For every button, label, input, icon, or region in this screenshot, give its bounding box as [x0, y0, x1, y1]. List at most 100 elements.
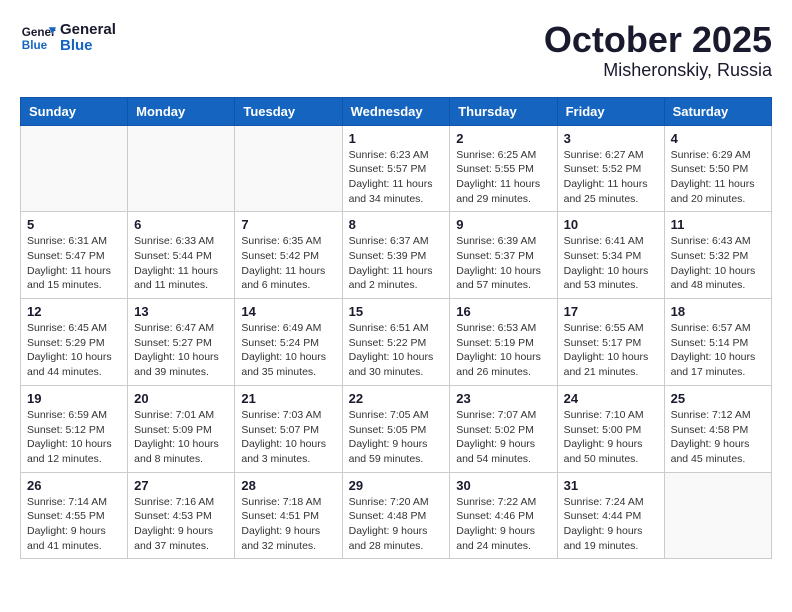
calendar-week-row: 5 Sunrise: 6:31 AM Sunset: 5:47 PM Daylig… [21, 212, 772, 299]
table-row: 20Sunrise: 7:01 AM Sunset: 5:09 PM Dayli… [128, 385, 235, 472]
day-info: Sunrise: 6:57 AM Sunset: 5:14 PM Dayligh… [671, 321, 765, 380]
month-year: October 2025 [544, 20, 772, 60]
day-info: Sunrise: 6:27 AM Sunset: 5:52 PM Dayligh… [564, 148, 658, 207]
day-number: 18 [671, 304, 765, 319]
calendar-week-row: 12Sunrise: 6:45 AM Sunset: 5:29 PM Dayli… [21, 299, 772, 386]
day-info: Sunrise: 6:33 AM Sunset: 5:44 PM Dayligh… [134, 234, 228, 293]
table-row: 10 Sunrise: 6:41 AM Sunset: 5:34 PM Dayli… [557, 212, 664, 299]
day-number: 23 [456, 391, 550, 406]
table-row: 25 Sunrise: 7:12 AM Sunset: 4:58 PM Dayli… [664, 385, 771, 472]
logo-line1: General [60, 22, 116, 39]
table-row: 21 Sunrise: 7:03 AM Sunset: 5:07 PM Dayli… [235, 385, 342, 472]
day-number: 15 [349, 304, 444, 319]
day-number: 4 [671, 131, 765, 146]
header-friday: Friday [557, 97, 664, 125]
day-info: Sunrise: 6:47 AM Sunset: 5:27 PM Dayligh… [134, 321, 228, 380]
table-row: 6 Sunrise: 6:33 AM Sunset: 5:44 PM Daylig… [128, 212, 235, 299]
day-info: Sunrise: 6:55 AM Sunset: 5:17 PM Dayligh… [564, 321, 658, 380]
day-number: 6 [134, 217, 228, 232]
header-saturday: Saturday [664, 97, 771, 125]
day-number: 19 [27, 391, 121, 406]
table-row: 4 Sunrise: 6:29 AM Sunset: 5:50 PM Daylig… [664, 125, 771, 212]
day-info: Sunrise: 6:23 AM Sunset: 5:57 PM Dayligh… [349, 148, 444, 207]
day-info: Sunrise: 6:49 AM Sunset: 5:24 PM Dayligh… [241, 321, 335, 380]
calendar-week-row: 19 Sunrise: 6:59 AM Sunset: 5:12 PM Dayli… [21, 385, 772, 472]
day-info: Sunrise: 6:59 AM Sunset: 5:12 PM Dayligh… [27, 408, 121, 467]
day-info: Sunrise: 7:05 AM Sunset: 5:05 PM Dayligh… [349, 408, 444, 467]
table-row: 11 Sunrise: 6:43 AM Sunset: 5:32 PM Dayli… [664, 212, 771, 299]
day-info: Sunrise: 6:39 AM Sunset: 5:37 PM Dayligh… [456, 234, 550, 293]
day-number: 16 [456, 304, 550, 319]
day-number: 25 [671, 391, 765, 406]
table-row: 1 Sunrise: 6:23 AM Sunset: 5:57 PM Daylig… [342, 125, 450, 212]
day-number: 2 [456, 131, 550, 146]
day-number: 1 [349, 131, 444, 146]
page-header: General Blue General Blue October 2025 M… [20, 20, 772, 81]
day-info: Sunrise: 7:07 AM Sunset: 5:02 PM Dayligh… [456, 408, 550, 467]
table-row: 17Sunrise: 6:55 AM Sunset: 5:17 PM Dayli… [557, 299, 664, 386]
day-info: Sunrise: 6:29 AM Sunset: 5:50 PM Dayligh… [671, 148, 765, 207]
table-row: 7Sunrise: 6:35 AM Sunset: 5:42 PM Daylig… [235, 212, 342, 299]
day-info: Sunrise: 7:16 AM Sunset: 4:53 PM Dayligh… [134, 495, 228, 554]
header-monday: Monday [128, 97, 235, 125]
table-row [235, 125, 342, 212]
day-number: 20 [134, 391, 228, 406]
logo: General Blue General Blue [20, 20, 116, 56]
table-row: 24Sunrise: 7:10 AM Sunset: 5:00 PM Dayli… [557, 385, 664, 472]
day-number: 10 [564, 217, 658, 232]
day-number: 11 [671, 217, 765, 232]
day-info: Sunrise: 6:51 AM Sunset: 5:22 PM Dayligh… [349, 321, 444, 380]
day-info: Sunrise: 6:45 AM Sunset: 5:29 PM Dayligh… [27, 321, 121, 380]
day-info: Sunrise: 6:43 AM Sunset: 5:32 PM Dayligh… [671, 234, 765, 293]
day-info: Sunrise: 6:41 AM Sunset: 5:34 PM Dayligh… [564, 234, 658, 293]
calendar-table: Sunday Monday Tuesday Wednesday Thursday… [20, 97, 772, 560]
day-number: 28 [241, 478, 335, 493]
logo-icon: General Blue [20, 20, 56, 56]
header-thursday: Thursday [450, 97, 557, 125]
table-row: 5 Sunrise: 6:31 AM Sunset: 5:47 PM Daylig… [21, 212, 128, 299]
day-info: Sunrise: 6:53 AM Sunset: 5:19 PM Dayligh… [456, 321, 550, 380]
table-row: 19 Sunrise: 6:59 AM Sunset: 5:12 PM Dayli… [21, 385, 128, 472]
header-sunday: Sunday [21, 97, 128, 125]
table-row: 29Sunrise: 7:20 AM Sunset: 4:48 PM Dayli… [342, 472, 450, 559]
table-row [664, 472, 771, 559]
svg-text:Blue: Blue [22, 39, 48, 52]
day-info: Sunrise: 6:37 AM Sunset: 5:39 PM Dayligh… [349, 234, 444, 293]
table-row: 9 Sunrise: 6:39 AM Sunset: 5:37 PM Daylig… [450, 212, 557, 299]
table-row: 15 Sunrise: 6:51 AM Sunset: 5:22 PM Dayli… [342, 299, 450, 386]
header-wednesday: Wednesday [342, 97, 450, 125]
day-info: Sunrise: 7:14 AM Sunset: 4:55 PM Dayligh… [27, 495, 121, 554]
day-number: 21 [241, 391, 335, 406]
table-row: 3Sunrise: 6:27 AM Sunset: 5:52 PM Daylig… [557, 125, 664, 212]
day-info: Sunrise: 7:10 AM Sunset: 5:00 PM Dayligh… [564, 408, 658, 467]
day-info: Sunrise: 6:35 AM Sunset: 5:42 PM Dayligh… [241, 234, 335, 293]
day-number: 14 [241, 304, 335, 319]
day-number: 26 [27, 478, 121, 493]
table-row [128, 125, 235, 212]
table-row: 31 Sunrise: 7:24 AM Sunset: 4:44 PM Dayli… [557, 472, 664, 559]
calendar-week-row: 26 Sunrise: 7:14 AM Sunset: 4:55 PM Dayli… [21, 472, 772, 559]
day-number: 22 [349, 391, 444, 406]
table-row: 14 Sunrise: 6:49 AM Sunset: 5:24 PM Dayli… [235, 299, 342, 386]
day-number: 9 [456, 217, 550, 232]
day-number: 30 [456, 478, 550, 493]
day-number: 29 [349, 478, 444, 493]
location: Misheronskiy, Russia [544, 60, 772, 81]
calendar-title: October 2025 Misheronskiy, Russia [544, 20, 772, 81]
day-info: Sunrise: 7:22 AM Sunset: 4:46 PM Dayligh… [456, 495, 550, 554]
day-info: Sunrise: 7:12 AM Sunset: 4:58 PM Dayligh… [671, 408, 765, 467]
table-row: 28 Sunrise: 7:18 AM Sunset: 4:51 PM Dayli… [235, 472, 342, 559]
calendar-header-row: Sunday Monday Tuesday Wednesday Thursday… [21, 97, 772, 125]
table-row: 26 Sunrise: 7:14 AM Sunset: 4:55 PM Dayli… [21, 472, 128, 559]
table-row: 18 Sunrise: 6:57 AM Sunset: 5:14 PM Dayli… [664, 299, 771, 386]
day-info: Sunrise: 6:31 AM Sunset: 5:47 PM Dayligh… [27, 234, 121, 293]
calendar-body: 1 Sunrise: 6:23 AM Sunset: 5:57 PM Daylig… [21, 125, 772, 559]
day-number: 5 [27, 217, 121, 232]
table-row: 13Sunrise: 6:47 AM Sunset: 5:27 PM Dayli… [128, 299, 235, 386]
day-info: Sunrise: 7:03 AM Sunset: 5:07 PM Dayligh… [241, 408, 335, 467]
calendar-week-row: 1 Sunrise: 6:23 AM Sunset: 5:57 PM Daylig… [21, 125, 772, 212]
day-info: Sunrise: 7:18 AM Sunset: 4:51 PM Dayligh… [241, 495, 335, 554]
day-info: Sunrise: 7:24 AM Sunset: 4:44 PM Dayligh… [564, 495, 658, 554]
table-row: 27Sunrise: 7:16 AM Sunset: 4:53 PM Dayli… [128, 472, 235, 559]
day-number: 31 [564, 478, 658, 493]
